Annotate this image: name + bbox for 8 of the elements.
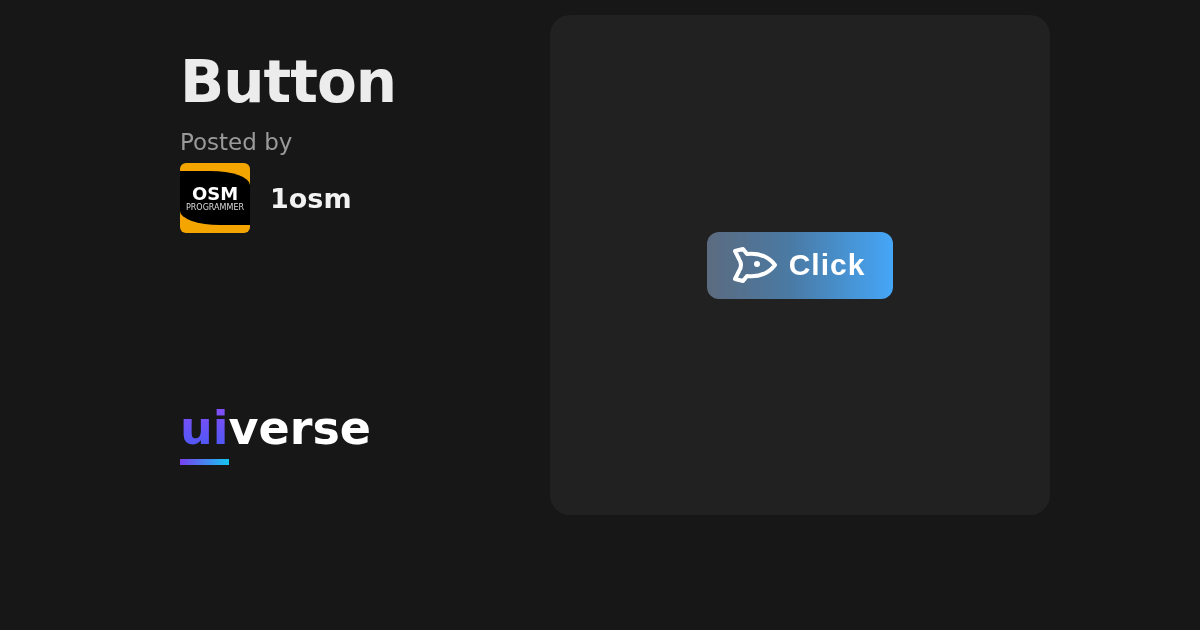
avatar-logo-subtitle: PROGRAMMER [186,202,244,212]
avatar-logo-text: OSM [191,184,239,203]
author-name[interactable]: 1osm [270,182,352,214]
click-button[interactable]: Click [706,231,894,299]
posted-by-label: Posted by [180,129,294,155]
brand-logo-text: verse [228,403,371,453]
rocket-icon [730,245,779,285]
page-title: Button [180,49,398,115]
